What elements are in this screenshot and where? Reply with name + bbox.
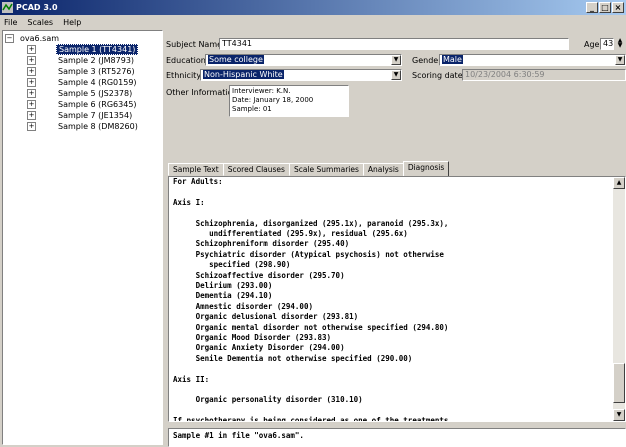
menu-bar: File Scales Help [0, 15, 626, 29]
subject-name-field[interactable]: TT4341 [219, 38, 569, 50]
education-value: Some college [208, 55, 264, 64]
tree-item-label[interactable]: Sample 7 (JE1354) [56, 111, 134, 120]
expand-icon[interactable]: + [27, 78, 36, 87]
expand-icon[interactable]: + [27, 67, 36, 76]
menu-help[interactable]: Help [61, 18, 83, 27]
scoring-date-field: 10/23/2004 6:30:59 [462, 69, 626, 81]
close-button[interactable]: × [612, 2, 624, 13]
ethnicity-select[interactable]: Non-Hispanic White ▼ [200, 69, 402, 81]
report-line: Organic delusional disorder (293.81) [173, 312, 359, 322]
expand-icon[interactable]: + [27, 56, 36, 65]
tree-root-label[interactable]: ova6.sam [18, 34, 61, 43]
chevron-down-icon[interactable]: ▼ [391, 55, 401, 65]
tree-item[interactable]: + Sample 8 (DM8260) [3, 121, 162, 132]
tree-item-label[interactable]: Sample 8 (DM8260) [56, 122, 140, 131]
expand-icon[interactable]: + [27, 45, 36, 54]
report-line [173, 385, 625, 395]
report-line: Schizophreniform disorder (295.40) [173, 239, 350, 249]
tab-scale-summaries[interactable]: Scale Summaries [288, 163, 364, 176]
expand-icon[interactable]: + [27, 111, 36, 120]
tab-analysis[interactable]: Analysis [362, 163, 404, 176]
report-line: Axis II: [173, 374, 210, 384]
report-line: Psychiatric disorder (Atypical psychosis… [173, 249, 444, 259]
menu-scales[interactable]: Scales [25, 18, 55, 27]
other-info-line: Interviewer: K.N. [232, 87, 291, 95]
report-line [173, 208, 625, 218]
tree-item-label[interactable]: Sample 2 (JM8793) [56, 56, 136, 65]
report-line: Senile Dementia not otherwise specified … [173, 353, 413, 363]
other-info-field[interactable]: Interviewer: K.N. Date: January 18, 2000… [229, 85, 349, 117]
vertical-scrollbar[interactable]: ▲ ▼ [613, 177, 625, 421]
education-label: Education: [166, 56, 209, 65]
report-line: Schizoaffective disorder (295.70) [173, 270, 345, 280]
tree-item-label[interactable]: Sample 1 (TT4341) [56, 44, 139, 55]
report-line [173, 187, 625, 197]
expand-icon[interactable]: + [27, 122, 36, 131]
chevron-down-icon[interactable]: ▼ [391, 70, 401, 80]
expand-icon[interactable]: + [27, 100, 36, 109]
other-info-line: Date: January 18, 2000 [232, 96, 314, 104]
report-line: Organic Anxiety Disorder (294.00) [173, 343, 345, 353]
menu-file[interactable]: File [2, 18, 19, 27]
gender-select[interactable]: Male ▼ [439, 54, 626, 66]
chevron-down-icon[interactable]: ▼ [615, 55, 625, 65]
scroll-thumb[interactable] [613, 363, 625, 403]
tree-item[interactable]: + Sample 2 (JM8793) [3, 55, 162, 66]
report-line: specified (298.90) [173, 260, 291, 270]
title-bar: PCAD 3.0 _ □ × [0, 0, 626, 15]
ethnicity-label: Ethnicity: [166, 71, 204, 80]
scroll-down-icon[interactable]: ▼ [613, 409, 625, 421]
report-line: If psychotherapy is being considered as … [173, 416, 453, 422]
report-line [173, 406, 625, 416]
report-line: Organic Mood Disorder (293.83) [173, 333, 332, 343]
minimize-button[interactable]: _ [586, 2, 598, 13]
tree-item-label[interactable]: Sample 4 (RG0159) [56, 78, 139, 87]
tree-item-label[interactable]: Sample 5 (JS2378) [56, 89, 134, 98]
report-line: undifferentiated (295.9x), residual (295… [173, 229, 408, 238]
report-line: For Adults: [173, 177, 223, 186]
expand-icon[interactable]: + [27, 89, 36, 98]
tree-root[interactable]: − ova6.sam [3, 33, 162, 44]
tab-sample-text[interactable]: Sample Text [168, 163, 224, 176]
age-spinner-icon[interactable]: ▲ ▼ [615, 38, 625, 50]
report-text: For Adults: Axis I: Schizophrenia, disorg… [169, 177, 625, 422]
other-info-line: Sample: 01 [232, 105, 272, 113]
sample-tree[interactable]: − ova6.sam + Sample 1 (TT4341) + Sample 2 (… [2, 30, 163, 445]
window-title: PCAD 3.0 [16, 3, 58, 12]
status-text: Sample #1 in file "ova6.sam". [168, 428, 626, 447]
gender-value: Male [442, 55, 463, 64]
tree-item-label[interactable]: Sample 6 (RG6345) [56, 100, 139, 109]
tree-item[interactable]: + Sample 6 (RG6345) [3, 99, 162, 110]
tab-scored-clauses[interactable]: Scored Clauses [222, 163, 290, 176]
tree-item-label[interactable]: Sample 3 (RT5276) [56, 67, 137, 76]
report-line: Organic mental disorder not otherwise sp… [173, 322, 449, 332]
education-select[interactable]: Some college ▼ [205, 54, 402, 66]
tree-item[interactable]: + Sample 4 (RG0159) [3, 77, 162, 88]
scroll-up-icon[interactable]: ▲ [613, 177, 625, 189]
scoring-date-label: Scoring date: [412, 71, 466, 80]
report-line: Schizophrenia, disorganized (295.1x), pa… [173, 218, 449, 228]
tab-strip: Sample Text Scored Clauses Scale Summari… [168, 161, 450, 176]
diagnosis-report[interactable]: For Adults: Axis I: Schizophrenia, disorg… [168, 176, 626, 422]
report-line: Dementia (294.10) [173, 291, 273, 301]
subject-name-label: Subject Name: [166, 40, 225, 49]
report-line: Organic personality disorder (310.10) [173, 395, 363, 405]
report-line: Delirium (293.00) [173, 281, 273, 291]
tree-item[interactable]: + Sample 3 (RT5276) [3, 66, 162, 77]
tab-diagnosis[interactable]: Diagnosis [402, 161, 450, 176]
report-line: Amnestic disorder (294.00) [173, 301, 313, 311]
tree-item[interactable]: + Sample 5 (JS2378) [3, 88, 162, 99]
subject-form: Subject Name: TT4341 Age: 43 ▲ ▼ Educatio… [166, 30, 626, 140]
report-line: Axis I: [173, 197, 205, 207]
tree-item[interactable]: + Sample 7 (JE1354) [3, 110, 162, 121]
maximize-button[interactable]: □ [599, 2, 611, 13]
collapse-icon[interactable]: − [5, 34, 14, 43]
ethnicity-value: Non-Hispanic White [203, 70, 284, 79]
report-line [173, 364, 625, 374]
age-field[interactable]: 43 [600, 38, 614, 50]
app-icon [2, 2, 13, 13]
tree-item[interactable]: + Sample 1 (TT4341) [3, 44, 162, 55]
